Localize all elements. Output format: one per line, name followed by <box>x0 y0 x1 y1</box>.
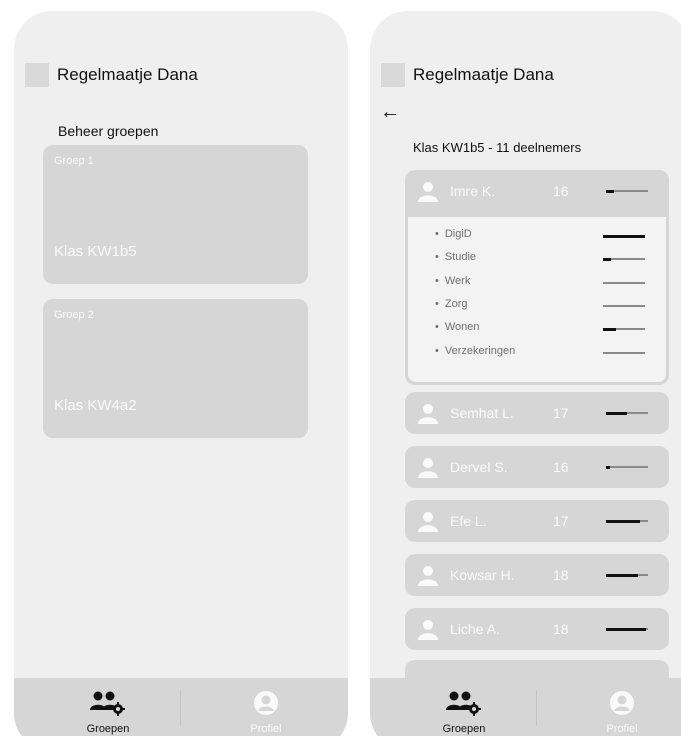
progress-fill <box>603 327 616 331</box>
profile-icon <box>253 690 279 721</box>
student-age: 16 <box>553 183 569 199</box>
tab-label: Profiel <box>250 723 282 735</box>
group-card-1[interactable]: Groep 1 Klas KW1b5 <box>43 145 308 284</box>
tab-label: Profiel <box>606 723 638 735</box>
category-label: Verzekeringen <box>435 345 515 357</box>
category-progress <box>603 281 645 284</box>
student-name: Semhat L. <box>450 405 514 421</box>
users-gear-icon <box>444 690 484 721</box>
student-card[interactable]: Semhat L. 17 <box>405 392 669 434</box>
person-icon <box>417 457 439 484</box>
app-header: Regelmaatje Dana <box>381 63 554 87</box>
tab-divider <box>180 690 181 726</box>
student-name: Imre K. <box>450 183 496 199</box>
category-row: Studie <box>408 251 666 267</box>
tab-profiel[interactable]: Profiel <box>557 678 681 736</box>
category-progress <box>603 327 645 331</box>
app-header: Regelmaatje Dana <box>25 63 198 87</box>
student-progress <box>606 465 648 469</box>
app-logo <box>381 63 405 87</box>
back-arrow-icon[interactable]: ← <box>380 102 400 122</box>
student-name: Efe L. <box>450 513 487 529</box>
tab-bar: Groepen Profiel <box>14 678 348 736</box>
student-card-expanded: Imre K. 16 DigiD Studie Werk Zorg Wonen Verze… <box>405 170 669 385</box>
student-progress <box>606 627 648 631</box>
section-title: Beheer groepen <box>58 123 159 139</box>
app-title: Regelmaatje Dana <box>57 65 198 84</box>
category-list: DigiD Studie Werk Zorg Wonen Verzekeringen <box>408 217 666 382</box>
category-row: Verzekeringen <box>408 345 666 361</box>
group-name: Klas KW4a2 <box>54 397 137 414</box>
tab-label: Groepen <box>86 723 130 735</box>
profile-icon <box>609 690 635 721</box>
group-card-2[interactable]: Groep 2 Klas KW4a2 <box>43 299 308 438</box>
student-card[interactable]: Liche A. 18 <box>405 608 669 650</box>
category-row: Zorg <box>408 298 666 314</box>
category-row: DigiD <box>408 228 666 244</box>
class-title: Klas KW1b5 - 11 deelnemers <box>413 140 582 155</box>
group-name: Klas KW1b5 <box>54 243 137 260</box>
student-progress <box>606 573 648 577</box>
person-icon <box>417 511 439 538</box>
category-row: Wonen <box>408 321 666 337</box>
student-name: Kowsar H. <box>450 567 515 583</box>
progress-fill <box>606 519 640 523</box>
student-age: 17 <box>553 405 569 421</box>
student-card[interactable]: Efe L. 17 <box>405 500 669 542</box>
tab-divider <box>536 690 537 726</box>
person-icon <box>417 565 439 592</box>
progress-fill <box>606 627 646 631</box>
groups-screen: Regelmaatje Dana Beheer groepen Groep 1 … <box>14 11 348 736</box>
category-label: Werk <box>435 275 470 287</box>
tab-bar: Groepen Profiel <box>370 678 681 736</box>
student-progress <box>606 189 648 193</box>
progress-fill <box>606 189 615 193</box>
category-progress <box>603 304 645 307</box>
tab-groepen[interactable]: Groepen <box>43 678 173 736</box>
group-label: Groep 2 <box>54 309 94 321</box>
student-name: Liche A. <box>450 621 500 637</box>
tab-label: Groepen <box>442 723 486 735</box>
person-icon <box>417 619 439 646</box>
tab-groepen[interactable]: Groepen <box>399 678 529 736</box>
student-age: 18 <box>553 621 569 637</box>
category-progress <box>603 257 645 261</box>
progress-fill <box>606 573 638 577</box>
group-label: Groep 1 <box>54 155 94 167</box>
app-title: Regelmaatje Dana <box>413 65 554 84</box>
student-age: 16 <box>553 459 569 475</box>
student-progress <box>606 519 648 523</box>
category-label: Zorg <box>435 298 468 310</box>
progress-fill <box>603 257 612 261</box>
category-label: DigiD <box>435 228 472 240</box>
student-card[interactable]: Kowsar H. 18 <box>405 554 669 596</box>
class-screen: Regelmaatje Dana ← Klas KW1b5 - 11 deeln… <box>370 11 681 736</box>
student-card[interactable]: Dervel S. 16 <box>405 446 669 488</box>
progress-fill <box>603 234 645 238</box>
tab-profiel[interactable]: Profiel <box>201 678 331 736</box>
users-gear-icon <box>88 690 128 721</box>
student-progress <box>606 411 648 415</box>
progress-fill <box>606 411 627 415</box>
category-progress <box>603 234 645 238</box>
category-label: Wonen <box>435 321 480 333</box>
student-card-header[interactable]: Imre K. 16 <box>408 173 666 215</box>
category-progress <box>603 351 645 354</box>
person-icon <box>417 181 439 208</box>
progress-fill <box>606 465 611 469</box>
student-name: Dervel S. <box>450 459 508 475</box>
student-age: 17 <box>553 513 569 529</box>
student-age: 18 <box>553 567 569 583</box>
category-label: Studie <box>435 251 476 263</box>
person-icon <box>417 403 439 430</box>
category-row: Werk <box>408 275 666 291</box>
app-logo <box>25 63 49 87</box>
